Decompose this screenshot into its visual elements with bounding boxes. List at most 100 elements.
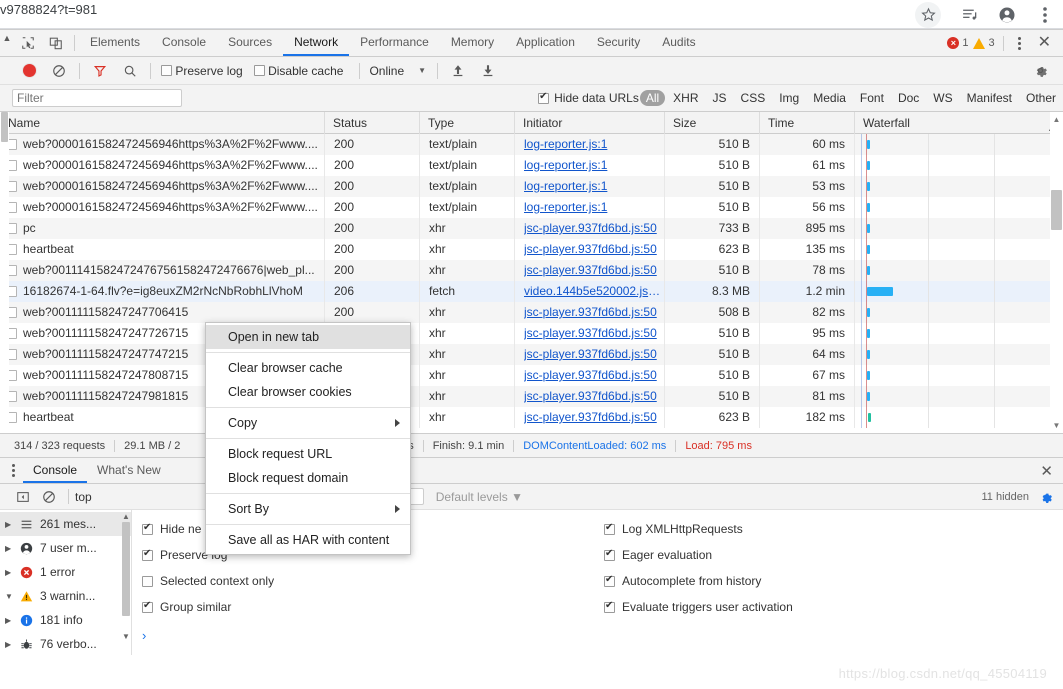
context-menu-item[interactable]: Sort By [206,497,410,521]
cell-initiator[interactable]: jsc-player.937fd6bd.js:50 [515,365,665,386]
address-bar-text[interactable]: v9788824?t=981 [0,2,97,17]
table-row[interactable]: web?001111158247247747215 200xhrjsc-play… [0,344,1063,365]
clear-button[interactable] [44,57,74,85]
table-row[interactable]: web?0000161582472456946https%3A%2F%2Fwww… [0,197,1063,218]
scrollbar-thumb[interactable] [1,112,8,142]
table-vertical-scrollbar[interactable]: ▲ ▼ [1050,112,1063,433]
cell-initiator[interactable]: jsc-player.937fd6bd.js:50 [515,323,665,344]
context-menu-item[interactable]: Copy [206,411,410,435]
profile-icon[interactable] [997,5,1017,25]
tab-console[interactable]: Console [151,30,217,56]
browser-menu-icon[interactable] [1035,5,1055,25]
column-header-type[interactable]: Type [420,111,515,134]
disable-cache-checkbox[interactable]: Disable cache [253,64,343,78]
cell-name[interactable]: pc [0,218,325,239]
table-row[interactable]: web?001111158247247981815 200xhrjsc-play… [0,386,1063,407]
column-header-status[interactable]: Status [325,111,420,134]
cell-initiator[interactable]: jsc-player.937fd6bd.js:50 [515,239,665,260]
initiator-link[interactable]: jsc-player.937fd6bd.js:50 [524,344,664,365]
table-row[interactable]: web?001111158247247726715 200xhrjsc-play… [0,323,1063,344]
warning-count-badge[interactable]: 3 [973,37,995,49]
console-sidebar-item[interactable]: ▶ 7 user m... [0,536,131,560]
cell-initiator[interactable]: jsc-player.937fd6bd.js:50 [515,302,665,323]
console-levels-select[interactable]: Default levels ▼ [436,490,523,504]
scroll-up-icon[interactable]: ▲ [122,512,130,521]
console-sidebar-scrollbar[interactable]: ▲ ▼ [121,510,131,655]
cell-initiator[interactable]: jsc-player.937fd6bd.js:50 [515,407,665,428]
cell-initiator[interactable]: log-reporter.js:1 [515,134,665,155]
tab-audits[interactable]: Audits [651,30,706,56]
filter-type-js[interactable]: JS [707,90,733,106]
console-setting-checkbox[interactable]: Eager evaluation [604,542,793,568]
filter-type-font[interactable]: Font [854,90,890,106]
cell-initiator[interactable]: log-reporter.js:1 [515,176,665,197]
dock-caret-icon[interactable]: ▲ [0,30,14,56]
cell-initiator[interactable]: log-reporter.js:1 [515,155,665,176]
tab-sources[interactable]: Sources [217,30,283,56]
cell-initiator[interactable]: jsc-player.937fd6bd.js:50 [515,386,665,407]
throttling-select[interactable]: Online [369,64,404,78]
initiator-link[interactable]: video.144b5e520002.js?v... [524,281,664,302]
cell-name[interactable]: web?0000161582472456946https%3A%2F%2Fwww… [0,155,325,176]
record-button[interactable] [14,57,44,85]
initiator-link[interactable]: jsc-player.937fd6bd.js:50 [524,386,664,407]
tab-security[interactable]: Security [586,30,651,56]
export-har-button[interactable] [473,57,503,85]
filter-type-other[interactable]: Other [1020,90,1062,106]
error-count-badge[interactable]: × 1 [947,37,968,49]
table-row[interactable]: 16182674-1-64.flv?e=ig8euxZM2rNcNbRobhLl… [0,281,1063,302]
cell-initiator[interactable]: jsc-player.937fd6bd.js:50 [515,218,665,239]
initiator-link[interactable]: jsc-player.937fd6bd.js:50 [524,323,664,344]
reading-list-icon[interactable] [959,5,979,25]
tab-memory[interactable]: Memory [440,30,505,56]
console-settings-gear[interactable] [1039,490,1053,504]
filter-type-img[interactable]: Img [773,90,805,106]
search-icon[interactable] [115,57,145,85]
context-menu-item[interactable]: Open in new tab [206,325,410,349]
scroll-up-icon[interactable]: ▲ [1052,115,1061,124]
filter-type-ws[interactable]: WS [927,90,958,106]
context-menu-item[interactable]: Block request domain [206,466,410,490]
initiator-link[interactable]: log-reporter.js:1 [524,176,664,197]
console-sidebar-item[interactable]: ▶ 76 verbo... [0,632,131,656]
column-header-initiator[interactable]: Initiator [515,111,665,134]
context-menu-item[interactable]: Clear browser cache [206,356,410,380]
console-setting-checkbox[interactable]: Log XMLHttpRequests [604,516,793,542]
tab-elements[interactable]: Elements [79,30,151,56]
cell-name[interactable]: web?00111415824724767561582472476676|web… [0,260,325,281]
console-prompt[interactable]: › [142,628,146,643]
console-setting-checkbox[interactable]: Selected context only [142,568,274,594]
cell-name[interactable]: web?001111158247247706415 [0,302,325,323]
console-setting-checkbox[interactable]: Autocomplete from history [604,568,793,594]
chevron-right-icon[interactable]: ▶ [5,568,13,577]
filter-type-manifest[interactable]: Manifest [961,90,1018,106]
devtools-menu-icon[interactable] [1012,36,1027,50]
hide-data-urls-checkbox[interactable]: Hide data URLs [538,91,639,105]
table-row[interactable]: web?0000161582472456946https%3A%2F%2Fwww… [0,176,1063,197]
scroll-down-icon[interactable]: ▼ [1052,421,1061,430]
chevron-right-icon[interactable]: ▶ [5,520,13,529]
cell-name[interactable]: web?0000161582472456946https%3A%2F%2Fwww… [0,176,325,197]
preserve-log-checkbox[interactable]: Preserve log [161,64,243,78]
tab-whats-new[interactable]: What's New [87,458,171,483]
cell-name[interactable]: heartbeat [0,239,325,260]
initiator-link[interactable]: jsc-player.937fd6bd.js:50 [524,239,664,260]
console-sidebar-item[interactable]: ▼ 3 warnin... [0,584,131,608]
table-row[interactable]: heartbeat200xhrjsc-player.937fd6bd.js:50… [0,407,1063,428]
console-setting-checkbox[interactable]: Evaluate triggers user activation [604,594,793,620]
filter-type-doc[interactable]: Doc [892,90,925,106]
filter-icon[interactable] [85,57,115,85]
initiator-link[interactable]: jsc-player.937fd6bd.js:50 [524,302,664,323]
initiator-link[interactable]: jsc-player.937fd6bd.js:50 [524,407,664,428]
import-har-button[interactable] [443,57,473,85]
filter-input[interactable] [12,89,182,107]
table-row[interactable]: web?001111158247247808715 200xhrjsc-play… [0,365,1063,386]
chevron-right-icon[interactable]: ▶ [5,544,13,553]
cell-initiator[interactable]: jsc-player.937fd6bd.js:50 [515,260,665,281]
table-row[interactable]: web?0000161582472456946https%3A%2F%2Fwww… [0,155,1063,176]
initiator-link[interactable]: jsc-player.937fd6bd.js:50 [524,260,664,281]
console-sidebar-item[interactable]: ▶ 261 mes... [0,512,131,536]
settings-gear[interactable] [1025,57,1055,85]
close-devtools-icon[interactable]: ✕ [1032,35,1057,51]
cell-initiator[interactable]: jsc-player.937fd6bd.js:50 [515,344,665,365]
